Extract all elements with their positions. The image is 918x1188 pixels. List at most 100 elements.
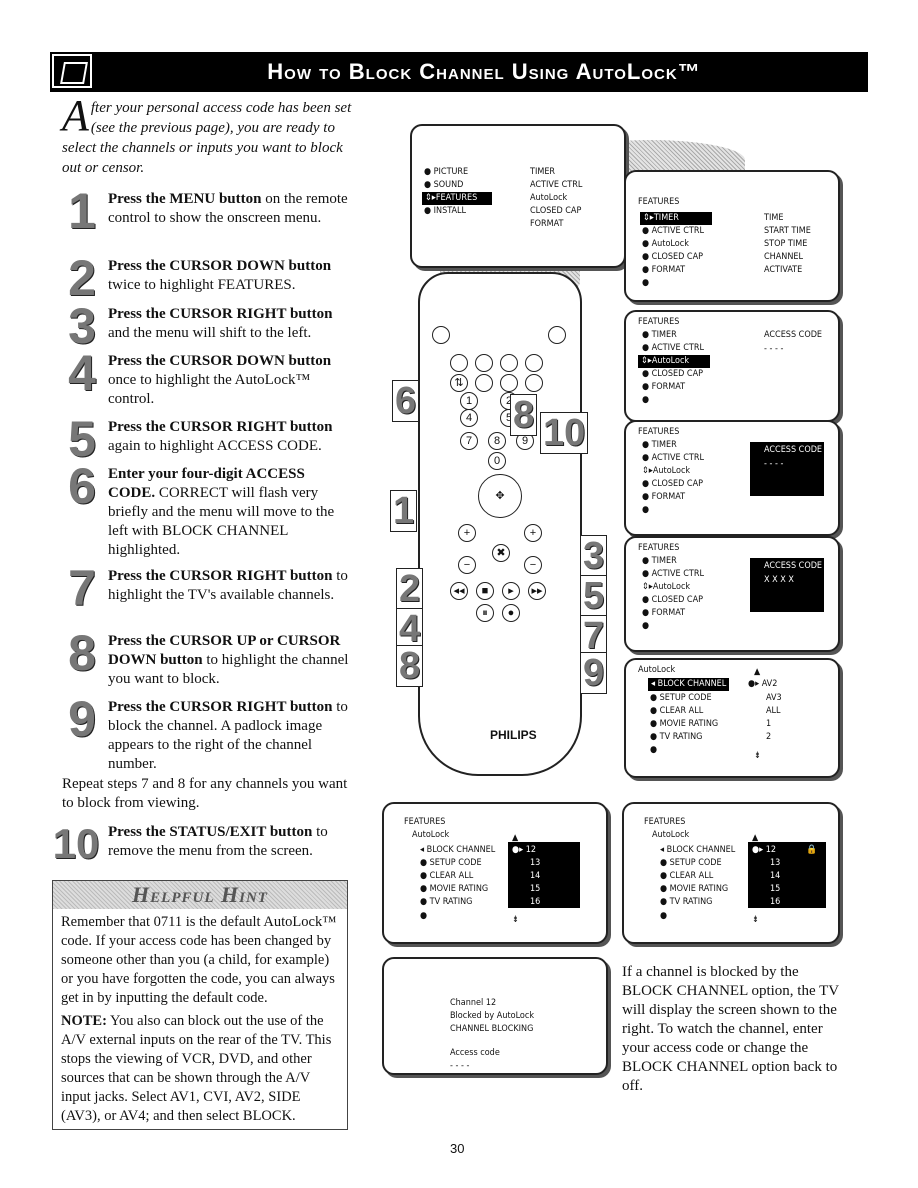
channel-up-button: + — [524, 524, 542, 542]
submenu-item: AutoLock — [530, 193, 568, 203]
submenu-item: ACTIVE CTRL — [530, 180, 583, 190]
note-label: NOTE: — [61, 1013, 107, 1029]
step-callout: 3 — [580, 535, 608, 577]
mute-button: ✖ — [492, 544, 510, 562]
submenu-item: CHANNEL — [764, 252, 804, 262]
step-4: 4 Press the CURSOR DOWN button once to hi… — [62, 348, 352, 409]
menu-item: ● INSTALL — [424, 206, 467, 216]
menu-item: ● AutoLock — [642, 239, 689, 249]
submenu-item: FORMAT — [530, 219, 564, 229]
step-callout: 9 — [580, 652, 608, 694]
step-callout: 8 — [510, 394, 538, 436]
step-callout: 8 — [396, 645, 424, 687]
intro-paragraph: After your personal access code has been… — [62, 94, 352, 178]
menu-item-selected: ◂ BLOCK CHANNEL — [648, 678, 730, 691]
step-1: 1 Press the MENU button on the remote con… — [62, 186, 352, 236]
manual-page: How to Block Channel Using AutoLock™ Aft… — [0, 0, 918, 1188]
volume-down-button: − — [458, 556, 476, 574]
menu-item: ● CLOSED CAP — [642, 252, 703, 262]
active-control-button — [475, 354, 493, 372]
submenu-item: START TIME — [764, 226, 811, 236]
step-callout: 1 — [390, 490, 418, 532]
menu-item: ● PICTURE — [424, 167, 469, 177]
step-number: 9 — [68, 691, 96, 747]
power-button — [548, 326, 566, 344]
tv-screen-access-code: FEATURES ● TIMER ● ACTIVE CTRL ⇕▸AutoLock ● … — [624, 536, 840, 652]
page-number: 30 — [450, 1141, 465, 1156]
step-3: 3 Press the CURSOR RIGHT button and the m… — [62, 301, 352, 351]
step-instruction: Press the STATUS/EXIT button — [108, 824, 313, 840]
step-instruction: Press the CURSOR DOWN button — [108, 258, 332, 274]
step-9: 9 Press the CURSOR RIGHT button to block … — [62, 694, 352, 774]
step-callout: 6 — [392, 380, 420, 422]
digit-1-button: 1 — [460, 392, 478, 410]
tv-screen-channel-locked: FEATURES AutoLock ▲ ◂ BLOCK CHANNEL ●▸ 12 ● S… — [622, 802, 840, 944]
repeat-text: Repeat steps 7 and 8 for any channels yo… — [62, 776, 348, 811]
menu-item: ● SOUND — [424, 180, 464, 190]
step-number: 8 — [68, 625, 96, 681]
step-callout: 7 — [580, 615, 608, 657]
tv-screen-features-timer: FEATURES ⇕▸TIMER ● ACTIVE CTRL ● AutoLoc… — [624, 170, 840, 302]
step-number: 5 — [68, 411, 96, 467]
step-instruction: Press the CURSOR DOWN button — [108, 353, 332, 369]
note-text: You also can block out the use of the A/… — [61, 1013, 332, 1124]
step-detail: twice to highlight FEATURES. — [108, 277, 296, 293]
cursor-pad-button: ✥ — [478, 474, 522, 518]
step-5: 5 Press the CURSOR RIGHT button again to … — [62, 414, 352, 464]
step-instruction: Press the MENU button — [108, 191, 262, 207]
volume-up-button: + — [458, 524, 476, 542]
step-7: 7 Press the CURSOR RIGHT button to highli… — [62, 563, 352, 613]
submenu-item: STOP TIME — [764, 239, 808, 249]
step-detail: again to highlight ACCESS CODE. — [108, 438, 322, 454]
step-instruction: Press the CURSOR RIGHT button — [108, 699, 333, 715]
screen-title: FEATURES — [638, 197, 680, 207]
step-10: 10 Press the STATUS/EXIT button to remove… — [53, 820, 352, 867]
remote-control-illustration: ⇅ 1 2 4 5 7 8 9 0 ✥ + + ✖ − − ◂◂ ■ ▸ ▸▸ … — [418, 272, 582, 776]
menu-item: ● FORMAT — [642, 265, 686, 275]
step-callout: 2 — [396, 568, 424, 610]
step-number: 4 — [68, 345, 96, 401]
intro-text: fter your personal access code has been … — [62, 100, 352, 176]
tv-screen-access-code: FEATURES ● TIMER ● ACTIVE CTRL ⇕▸AutoLock ● … — [624, 310, 840, 422]
step-number: 1 — [68, 183, 96, 239]
step-number: 10 — [52, 820, 100, 867]
tv-screen-block-channel: FEATURES AutoLock ▲ ◂ BLOCK CHANNEL ●▸ 12 ● S… — [382, 802, 608, 944]
step-detail: and the menu will shift to the left. — [108, 325, 312, 341]
step-callout: 5 — [580, 575, 608, 617]
step-number: 7 — [68, 560, 96, 616]
submenu-item: CLOSED CAP — [530, 206, 582, 216]
menu-item: ● ACTIVE CTRL — [642, 226, 704, 236]
step-callout: 4 — [396, 608, 424, 650]
step-number: 6 — [68, 458, 96, 514]
submenu-item: TIMER — [530, 167, 556, 177]
page-title: How to Block Channel Using AutoLock™ — [267, 59, 701, 84]
submenu-item: ACTIVATE — [764, 265, 803, 275]
channel-down-button: − — [524, 556, 542, 574]
helpful-hint-box: Helpful Hint Remember that 0711 is the d… — [52, 880, 348, 1130]
remote-hand-icon — [52, 54, 92, 88]
tv-screen-autolock: AutoLock ▲ ◂ BLOCK CHANNEL ● SETUP CODE … — [624, 658, 840, 778]
step-callout: 10 — [540, 412, 589, 454]
step-detail: once to highlight the AutoLock™ control. — [108, 372, 311, 407]
hint-note: NOTE: You also can block out the use of … — [61, 1012, 339, 1126]
clock-button — [525, 354, 543, 372]
tv-screen-channel-blocked: Channel 12 Blocked by AutoLock CHANNEL B… — [382, 957, 608, 1075]
tv-screen-main-menu: ● PICTURE ● SOUND ⇕▸FEATURES ● INSTALL T… — [410, 124, 626, 268]
menu-item-selected: ⇕▸FEATURES — [422, 192, 492, 205]
step-instruction: Press the CURSOR RIGHT button — [108, 306, 333, 322]
step-number: 2 — [68, 250, 96, 306]
step-instruction: Press the CURSOR RIGHT button — [108, 419, 333, 435]
hint-paragraph: Remember that 0711 is the default AutoLo… — [61, 914, 337, 1006]
blocked-channel-note: If a channel is blocked by the BLOCK CHA… — [622, 964, 839, 1094]
tv-button — [432, 326, 450, 344]
screen-title: AutoLock — [638, 665, 676, 675]
cc-button — [500, 354, 518, 372]
step-8: 8 Press the CURSOR UP or CURSOR DOWN butt… — [62, 628, 352, 689]
step-instruction: Press the CURSOR RIGHT button — [108, 568, 333, 584]
step-number: 3 — [68, 298, 96, 354]
tv-screen-access-code: FEATURES ● TIMER ● ACTIVE CTRL ⇕▸AutoLock ● … — [624, 420, 840, 536]
philips-logo: PHILIPS — [490, 728, 537, 742]
padlock-icon: 🔒 — [806, 845, 818, 855]
step-2: 2 Press the CURSOR DOWN button twice to h… — [62, 253, 352, 303]
step-6: 6 Enter your four-digit ACCESS CODE. CORR… — [62, 461, 352, 560]
